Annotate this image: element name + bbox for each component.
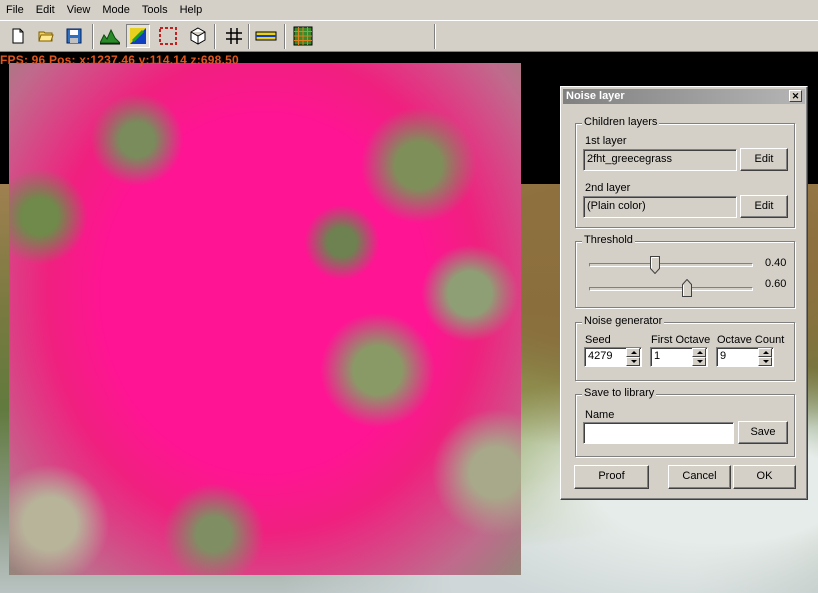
- save-file-button[interactable]: [62, 24, 86, 48]
- noise-layer-preview: [9, 63, 521, 575]
- grid-icon: [226, 28, 242, 44]
- spin-up-icon[interactable]: [626, 348, 640, 357]
- terrain-icon: [100, 28, 120, 45]
- threshold-group: Threshold: [575, 234, 795, 308]
- threshold-low-track: [589, 263, 753, 267]
- layer-paint-button[interactable]: [126, 24, 150, 48]
- threshold-low-value: 0.40: [765, 257, 787, 269]
- first-octave-label: First Octave: [651, 334, 711, 346]
- menu-file[interactable]: File: [0, 0, 30, 20]
- spin-up-icon[interactable]: [692, 348, 706, 357]
- threshold-high-track: [589, 287, 753, 291]
- noise-generator-title: Noise generator: [582, 315, 665, 327]
- spin-down-icon[interactable]: [758, 357, 772, 366]
- menu-mode[interactable]: Mode: [96, 0, 136, 20]
- noise-layer-dialog-frame: Noise layer ✕ Children layers 1st layer …: [560, 86, 808, 500]
- texture-grid-button[interactable]: [291, 24, 315, 48]
- threshold-low-slider[interactable]: [649, 256, 660, 274]
- spin-up-icon[interactable]: [758, 348, 772, 357]
- toolbar: [0, 20, 818, 52]
- dialog-titlebar[interactable]: Noise layer ✕: [563, 89, 805, 104]
- spin-down-icon[interactable]: [626, 357, 640, 366]
- save-disk-icon: [66, 28, 82, 44]
- menu-bar: File Edit View Mode Tools Help: [0, 0, 818, 20]
- save-button[interactable]: Save: [738, 421, 788, 444]
- menu-view[interactable]: View: [61, 0, 97, 20]
- open-folder-icon: [38, 31, 54, 42]
- selection-button[interactable]: [156, 24, 180, 48]
- menu-tools[interactable]: Tools: [136, 0, 174, 20]
- layer-paint-icon: [130, 28, 146, 44]
- close-button[interactable]: ✕: [789, 90, 802, 102]
- octave-count-label: Octave Count: [717, 334, 785, 346]
- cancel-button[interactable]: Cancel: [668, 465, 731, 489]
- second-layer-field[interactable]: (Plain color): [583, 196, 737, 218]
- spin-down-icon[interactable]: [692, 357, 706, 366]
- cube-icon: [190, 27, 206, 45]
- toolbar-separator: [434, 24, 436, 49]
- level-icon: [255, 31, 277, 41]
- library-name-input[interactable]: [583, 422, 734, 444]
- object-button[interactable]: [186, 24, 210, 48]
- toolbar-separator: [214, 24, 216, 49]
- dialog-title: Noise layer: [566, 90, 625, 102]
- toolbar-separator: [284, 24, 286, 49]
- menu-help[interactable]: Help: [174, 0, 209, 20]
- texture-grid-icon: [293, 26, 313, 46]
- toolbar-separator: [92, 24, 94, 49]
- selection-icon: [159, 27, 177, 45]
- children-layers-title: Children layers: [582, 116, 660, 128]
- toolbar-separator: [248, 24, 250, 49]
- save-to-library-title: Save to library: [582, 387, 657, 399]
- menu-edit[interactable]: Edit: [30, 0, 61, 20]
- second-layer-label: 2nd layer: [585, 182, 631, 194]
- threshold-title: Threshold: [582, 234, 635, 246]
- open-file-button[interactable]: [34, 24, 58, 48]
- threshold-high-slider[interactable]: [682, 279, 693, 297]
- seed-stepper[interactable]: [626, 348, 640, 366]
- hud-readout: FPS: 96 Pos: x:1237.46 y:114.14 z:698.50: [0, 53, 239, 67]
- first-octave-stepper[interactable]: [692, 348, 706, 366]
- name-label: Name: [585, 409, 615, 421]
- grid-button[interactable]: [222, 24, 246, 48]
- edit-first-layer-button[interactable]: Edit: [740, 148, 788, 171]
- edit-second-layer-button[interactable]: Edit: [740, 195, 788, 218]
- level-button[interactable]: [254, 24, 278, 48]
- first-layer-field[interactable]: 2fht_greecegrass: [583, 149, 737, 171]
- new-file-icon: [12, 28, 24, 44]
- threshold-high-value: 0.60: [765, 278, 787, 290]
- terrain-button[interactable]: [98, 24, 122, 48]
- octave-count-stepper[interactable]: [758, 348, 772, 366]
- first-layer-label: 1st layer: [585, 135, 627, 147]
- ok-button[interactable]: OK: [733, 465, 796, 489]
- seed-label: Seed: [585, 334, 611, 346]
- new-file-button[interactable]: [6, 24, 30, 48]
- proof-button[interactable]: Proof: [574, 465, 649, 489]
- close-icon: ✕: [791, 91, 800, 101]
